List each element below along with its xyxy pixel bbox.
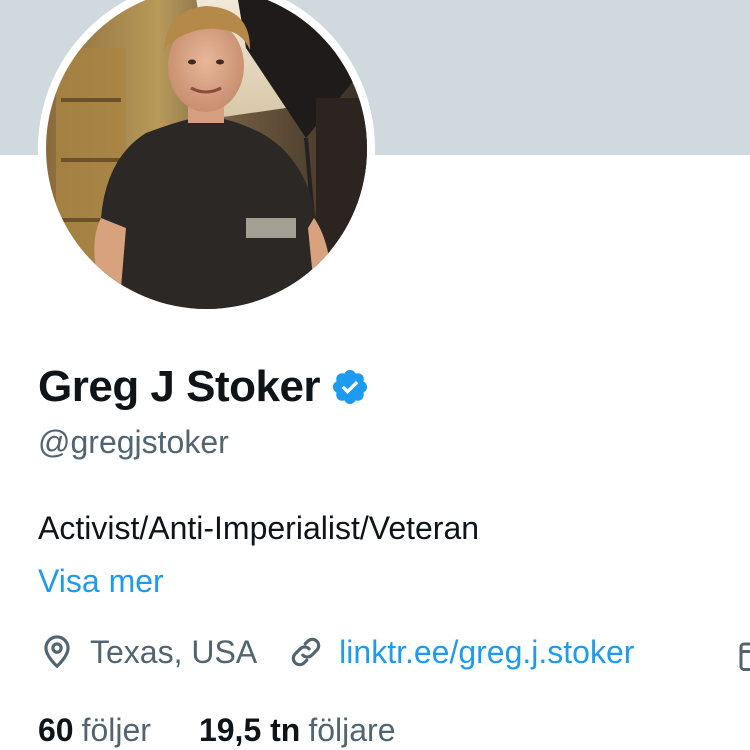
profile-page: Greg J Stoker @gregjstoker Activist/Anti… xyxy=(0,0,750,750)
profile-stats: 60 följer 19,5 tn följare xyxy=(38,712,443,749)
website-item[interactable]: linktr.ee/greg.j.stoker xyxy=(287,633,634,671)
show-more-link[interactable]: Visa mer xyxy=(38,563,164,600)
following-count: 60 xyxy=(38,712,74,748)
followers-stat[interactable]: 19,5 tn följare xyxy=(199,712,396,749)
profile-bio: Activist/Anti-Imperialist/Veteran xyxy=(38,510,480,546)
location-text: Texas, USA xyxy=(90,633,258,670)
profile-avatar[interactable] xyxy=(38,0,375,317)
calendar-icon xyxy=(738,638,750,674)
following-label: följer xyxy=(81,712,151,748)
followers-count: 19,5 tn xyxy=(198,712,301,748)
link-icon xyxy=(287,633,325,671)
avatar-photo-illustration xyxy=(46,0,367,309)
display-name: Greg J Stoker xyxy=(38,362,321,411)
location-pin-icon xyxy=(38,633,76,671)
verified-badge-icon[interactable] xyxy=(330,367,370,407)
followers-label: följare xyxy=(308,712,396,748)
avatar-photo xyxy=(46,0,367,309)
profile-handle: @gregjstoker xyxy=(38,424,229,460)
display-name-row: Greg J Stoker xyxy=(38,362,370,412)
website-link[interactable]: linktr.ee/greg.j.stoker xyxy=(339,634,634,671)
location-item: Texas, USA xyxy=(38,633,257,671)
profile-meta-row: Texas, USA linktr.ee/greg.j.stoker xyxy=(38,633,664,671)
following-stat[interactable]: 60 följer xyxy=(38,712,151,749)
